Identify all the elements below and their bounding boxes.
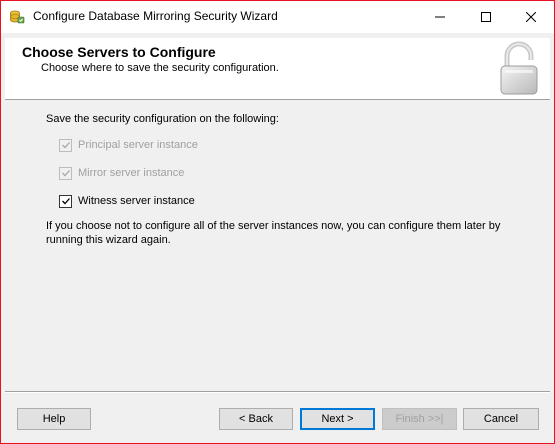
mirror-server-option: Mirror server instance (59, 165, 184, 181)
witness-server-option[interactable]: Witness server instance (59, 193, 195, 209)
mirror-server-checkbox (59, 166, 72, 180)
close-button[interactable] (508, 1, 554, 32)
maximize-button[interactable] (463, 1, 509, 32)
page-subtitle: Choose where to save the security config… (41, 62, 279, 74)
mirror-server-label: Mirror server instance (78, 167, 185, 179)
finish-button[interactable]: Finish >>| (382, 408, 457, 430)
wizard-window: Configure Database Mirroring Security Wi… (0, 0, 555, 444)
witness-server-label[interactable]: Witness server instance (78, 195, 195, 207)
close-icon (526, 11, 536, 22)
button-separator (5, 391, 550, 393)
principal-server-checkbox (59, 138, 72, 152)
padlock-icon (495, 40, 543, 98)
help-button[interactable]: Help (17, 408, 91, 430)
minimize-button[interactable] (417, 1, 463, 32)
page-title: Choose Servers to Configure (22, 44, 216, 60)
wizard-header: Choose Servers to Configure Choose where… (5, 38, 550, 100)
back-button[interactable]: < Back (219, 408, 293, 430)
wizard-content: Save the security configuration on the f… (5, 101, 550, 391)
minimize-icon (435, 12, 445, 22)
database-wizard-icon (9, 9, 25, 25)
window-title: Configure Database Mirroring Security Wi… (33, 9, 278, 23)
title-bar: Configure Database Mirroring Security Wi… (1, 1, 554, 33)
next-button[interactable]: Next > (300, 408, 375, 430)
principal-server-label: Principal server instance (78, 139, 198, 151)
maximize-icon (481, 11, 491, 22)
principal-server-option: Principal server instance (59, 137, 198, 153)
configuration-note: If you choose not to configure all of th… (46, 220, 501, 246)
intro-text: Save the security configuration on the f… (46, 113, 279, 125)
cancel-button[interactable]: Cancel (463, 408, 539, 430)
witness-server-checkbox[interactable] (59, 194, 72, 208)
